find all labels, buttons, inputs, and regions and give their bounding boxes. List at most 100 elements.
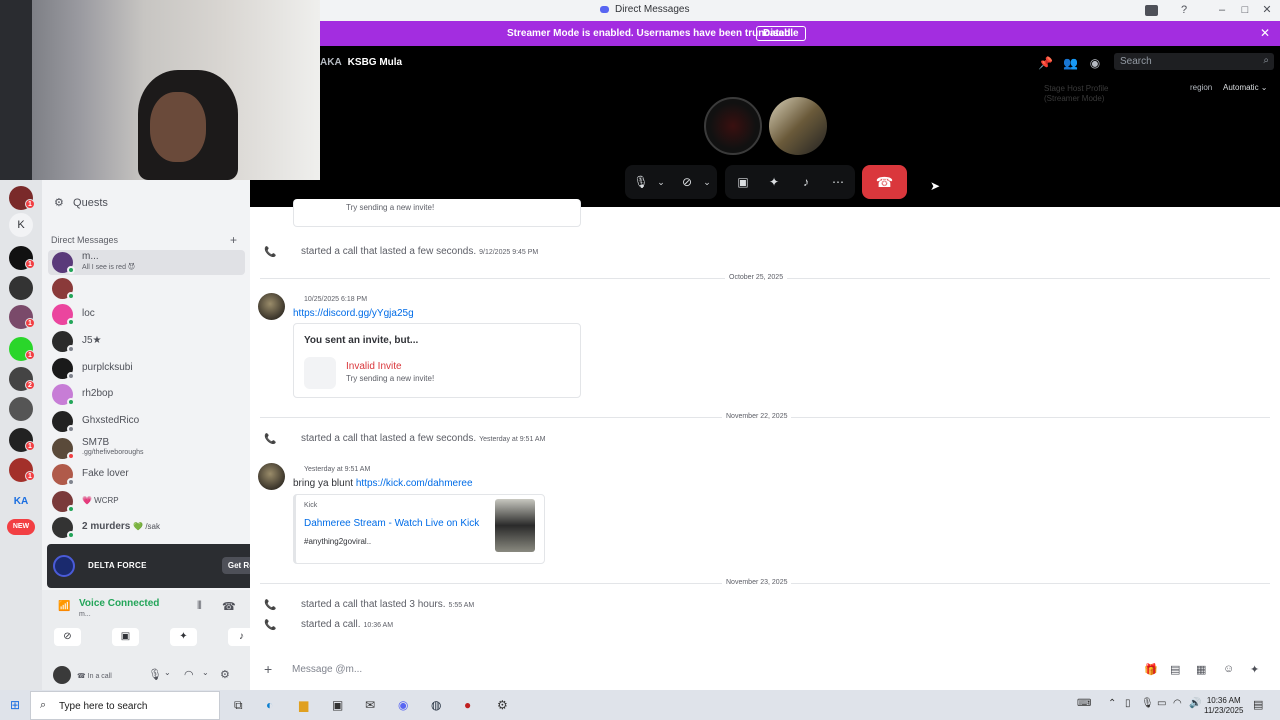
phone-icon: 📞 bbox=[264, 600, 277, 611]
sticker-icon[interactable]: ▦ bbox=[1196, 663, 1206, 676]
participant-avatar-2[interactable] bbox=[769, 97, 827, 155]
dm-item[interactable]: 2 murders 💚 /sak bbox=[48, 515, 245, 540]
activities-icon[interactable]: ✦ bbox=[170, 628, 197, 646]
message-link[interactable]: https://discord.gg/yYgja25g bbox=[293, 308, 414, 319]
message-timestamp: 10/25/2025 6:18 PM bbox=[304, 296, 368, 303]
more-options-icon[interactable]: ⋯ bbox=[830, 174, 846, 190]
windows-start-icon[interactable]: ⊞ bbox=[10, 698, 20, 712]
microphone-icon[interactable]: 🎙 bbox=[633, 174, 649, 190]
disconnect-call-button[interactable]: ☎ bbox=[862, 165, 907, 199]
mic-tray-icon[interactable]: 🎙 bbox=[1141, 698, 1154, 709]
message-avatar[interactable] bbox=[258, 293, 285, 320]
file-explorer-icon[interactable]: ▆ bbox=[299, 698, 308, 712]
apps-icon[interactable]: ✦ bbox=[1250, 663, 1259, 676]
close-window-button[interactable]: ✕ bbox=[1259, 3, 1275, 17]
tray-icon[interactable]: ▯ bbox=[1125, 698, 1131, 709]
voice-signal-icon: 📶 bbox=[58, 601, 71, 612]
participant-avatar-1[interactable] bbox=[704, 97, 762, 155]
dm-item[interactable]: SM7B .gg/thefiveboroughs bbox=[48, 436, 245, 461]
embed-title[interactable]: Dahmeree Stream - Watch Live on Kick bbox=[304, 518, 479, 529]
emoji-icon[interactable]: ☺ bbox=[1223, 663, 1234, 675]
audio-options-chevron-icon[interactable]: ⌄ bbox=[202, 668, 209, 677]
message-link[interactable]: https://kick.com/dahmeree bbox=[356, 478, 473, 489]
discord-taskbar-icon[interactable]: ◉ bbox=[398, 698, 408, 712]
call-system-message: started a call that lasted 3 hours. 5:55 … bbox=[301, 599, 475, 610]
disable-streamer-mode-button[interactable]: Disable bbox=[756, 26, 806, 41]
gif-icon[interactable]: ▤ bbox=[1170, 663, 1180, 676]
server-icon[interactable] bbox=[9, 276, 33, 300]
notifications-icon[interactable]: ▤ bbox=[1253, 698, 1263, 711]
mail-icon[interactable]: ✉ bbox=[365, 698, 375, 712]
region-select[interactable]: Automatic ⌄ bbox=[1223, 83, 1268, 92]
dm-item[interactable]: loc bbox=[48, 302, 245, 327]
dm-item[interactable]: GhxstedRico bbox=[48, 409, 245, 434]
status-indicator bbox=[67, 372, 75, 380]
window-title: Direct Messages bbox=[600, 4, 689, 15]
mic-options-chevron-icon[interactable]: ⌄ bbox=[653, 174, 669, 190]
dm-item[interactable]: rh2bop bbox=[48, 382, 245, 407]
pin-icon[interactable]: 📌 bbox=[1038, 56, 1053, 70]
show-hidden-icons[interactable]: ⌃ bbox=[1108, 698, 1116, 709]
dm-item[interactable]: m... All I see is red 😈 bbox=[48, 250, 245, 275]
screen-share-icon[interactable]: ▣ bbox=[112, 628, 139, 646]
network-icon[interactable]: ▭ bbox=[1157, 698, 1166, 709]
dm-sidebar: ⚙ Quests Direct Messages + m... All I se… bbox=[42, 180, 287, 690]
app-icon[interactable]: ● bbox=[464, 698, 471, 712]
quests-nav-item[interactable]: ⚙ Quests bbox=[54, 196, 108, 209]
date-divider-label: November 23, 2025 bbox=[722, 579, 792, 586]
truncated-invite-card: Try sending a new invite! bbox=[293, 199, 581, 227]
server-badge: 1 bbox=[25, 471, 35, 481]
message-avatar[interactable] bbox=[258, 463, 285, 490]
dm-item[interactable]: Fake lover bbox=[48, 462, 245, 487]
store-icon[interactable]: ▣ bbox=[332, 698, 343, 712]
attach-plus-icon[interactable]: + bbox=[264, 661, 272, 677]
search-input[interactable]: Search ⌕ bbox=[1114, 53, 1274, 70]
server-icon-k[interactable]: K bbox=[9, 213, 33, 237]
user-avatar[interactable] bbox=[53, 666, 71, 684]
dm-item[interactable] bbox=[48, 276, 245, 301]
steam-icon[interactable]: ◍ bbox=[431, 698, 441, 712]
profile-icon[interactable]: ◉ bbox=[1088, 56, 1102, 70]
maximize-button[interactable]: □ bbox=[1237, 3, 1253, 17]
mic-camera-controls: 🎙 ⌄ ⊘ ⌄ bbox=[625, 165, 717, 199]
user-settings-icon[interactable]: ⚙ bbox=[220, 668, 230, 681]
server-badge: 1 bbox=[25, 441, 35, 451]
server-icon-ka[interactable]: KA bbox=[9, 490, 33, 514]
keyboard-icon[interactable]: ⌨ bbox=[1077, 698, 1091, 709]
activities-icon[interactable]: ✦ bbox=[766, 174, 782, 190]
taskbar-clock[interactable]: 10:36 AM 11/23/2025 bbox=[1204, 696, 1243, 716]
voice-connected-status[interactable]: Voice Connected bbox=[79, 598, 159, 609]
camera-off-icon[interactable]: ⊘ bbox=[679, 174, 695, 190]
minimize-button[interactable]: – bbox=[1214, 3, 1230, 17]
dm-item[interactable]: 💗 WCRP bbox=[48, 489, 245, 514]
close-banner-icon[interactable]: ✕ bbox=[1260, 26, 1270, 40]
server-icon[interactable] bbox=[9, 397, 33, 421]
embed-thumbnail[interactable] bbox=[495, 499, 535, 552]
taskbar-search[interactable]: ⌕ Type here to search bbox=[30, 691, 220, 720]
phone-icon: 📞 bbox=[264, 434, 277, 445]
noise-suppression-icon[interactable]: ⦀ bbox=[197, 600, 202, 613]
mute-icon[interactable]: 🎙 bbox=[148, 668, 162, 681]
help-icon[interactable]: ? bbox=[1176, 3, 1192, 17]
dm-item[interactable]: purplcksubi bbox=[48, 356, 245, 381]
inbox-icon[interactable] bbox=[1145, 5, 1158, 16]
wifi-icon[interactable]: ◠ bbox=[1173, 698, 1182, 709]
add-friends-icon[interactable]: 👥 bbox=[1063, 56, 1078, 70]
soundboard-icon[interactable]: ♪ bbox=[798, 174, 814, 190]
gift-icon[interactable]: 🎁 bbox=[1144, 663, 1158, 676]
task-view-icon[interactable]: ⧉ bbox=[234, 698, 243, 713]
message-timestamp: Yesterday at 9:51 AM bbox=[304, 466, 371, 473]
camera-icon[interactable]: ⊘ bbox=[54, 628, 81, 646]
create-dm-icon[interactable]: + bbox=[230, 233, 237, 247]
settings-icon[interactable]: ⚙ bbox=[497, 698, 508, 712]
deafen-icon[interactable]: ◠ bbox=[184, 668, 194, 681]
dm-item[interactable]: J5★ bbox=[48, 329, 245, 354]
mic-options-chevron-icon[interactable]: ⌄ bbox=[164, 668, 171, 677]
screen-share-icon[interactable]: ▣ bbox=[735, 174, 751, 190]
embed-provider: Kick bbox=[304, 502, 318, 509]
message-input[interactable]: Message @m... bbox=[292, 664, 362, 675]
edge-icon[interactable]: ◐ bbox=[266, 698, 273, 712]
camera-options-chevron-icon[interactable]: ⌄ bbox=[699, 174, 715, 190]
volume-icon[interactable]: 🔊 bbox=[1189, 698, 1201, 709]
disconnect-icon[interactable]: ☎ bbox=[222, 600, 236, 613]
